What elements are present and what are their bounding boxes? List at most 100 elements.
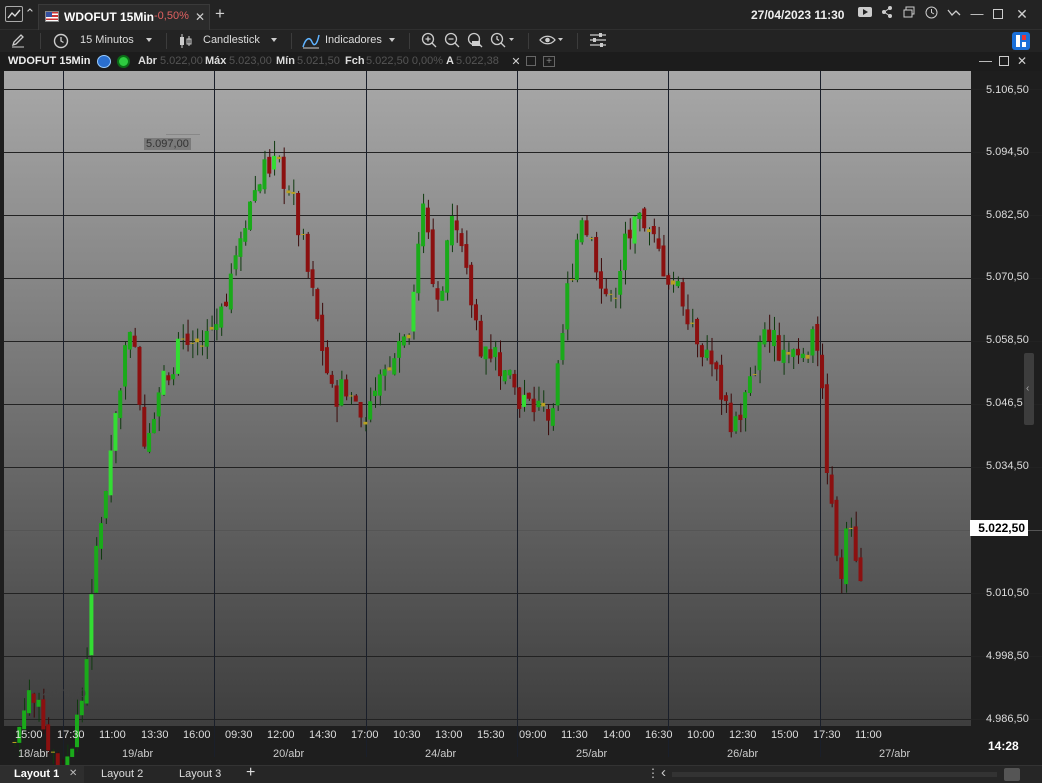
candle-body [94, 545, 99, 593]
candle-body [204, 330, 209, 347]
trend-icon[interactable] [946, 6, 962, 22]
candle-body [637, 212, 642, 220]
candle-body [228, 273, 233, 310]
chart-type-dropdown[interactable]: Candlestick [178, 31, 280, 51]
candle-body [430, 229, 435, 285]
candlestick-chart[interactable] [0, 71, 1042, 765]
candle-body [440, 290, 445, 301]
candle-body [704, 349, 709, 358]
layout-tab-3[interactable]: Layout 3 [179, 768, 221, 780]
candle-body [603, 288, 608, 295]
candle-body [315, 289, 320, 320]
scroll-left-icon[interactable]: ‹ [661, 764, 666, 781]
candle-body [469, 264, 474, 306]
candle-body [305, 233, 310, 272]
close-layout-icon[interactable]: ✕ [69, 768, 77, 779]
layout-tab-1[interactable]: Layout 1 ✕ [0, 766, 84, 783]
candle-body [743, 392, 748, 419]
candle-body [853, 526, 858, 561]
collapse-infobar-icon[interactable] [526, 56, 536, 66]
zoom-reset-icon[interactable] [466, 32, 484, 52]
chart-area[interactable]: 5.106,50 5.094,50 5.082,50 5.070,50 5.05… [0, 71, 1042, 765]
candle-body [454, 220, 459, 231]
layout-scrollbar[interactable] [672, 772, 997, 777]
close-infobar-icon[interactable]: ✕ [510, 54, 522, 70]
extra-label: A [446, 55, 454, 67]
side-panel-toggle-icon[interactable] [1010, 31, 1032, 51]
share-icon[interactable] [880, 6, 894, 22]
candle-body [598, 271, 603, 289]
candle-body [267, 156, 272, 174]
zoom-history-icon[interactable] [489, 32, 517, 52]
more-options-icon[interactable]: ⋮ [647, 766, 659, 780]
candle-body [685, 309, 690, 325]
extra-value: 5.022,38 [456, 55, 499, 67]
candle-body [421, 203, 426, 247]
side-panel-expand-handle[interactable]: ‹ [1024, 353, 1034, 425]
candle-body [329, 374, 334, 384]
time-tick: 10:00 [687, 729, 715, 741]
zoom-in-icon[interactable] [420, 32, 438, 52]
maximize-icon[interactable] [992, 7, 1004, 23]
layout-tab-2[interactable]: Layout 2 [101, 768, 143, 780]
candle-body [526, 392, 531, 399]
add-layout-icon[interactable]: + [246, 764, 255, 782]
candle-body [300, 234, 305, 236]
close-window-icon[interactable]: ✕ [1015, 6, 1029, 22]
clock-icon [53, 33, 69, 49]
layout-scroll-thumb[interactable] [1004, 768, 1020, 781]
panel-close-icon[interactable]: ✕ [1016, 53, 1028, 69]
candle-body [656, 238, 661, 249]
candle-body [358, 401, 363, 418]
minimize-icon[interactable]: — [970, 6, 984, 22]
candle-body [55, 753, 60, 765]
chart-toolbar: 15 Minutos Candlestick Indicadores [0, 30, 1042, 52]
visibility-icon[interactable] [539, 32, 565, 52]
settings-sliders-icon[interactable] [588, 32, 608, 52]
candle-body [464, 244, 469, 268]
chevron-up-icon[interactable]: ⌃ [24, 6, 36, 22]
candle-body [79, 700, 84, 716]
candle-body [752, 374, 757, 376]
expand-infobar-icon[interactable]: + [543, 56, 555, 67]
candle-body [108, 450, 113, 496]
candle-body [632, 216, 637, 244]
add-tab-icon[interactable]: + [213, 5, 227, 22]
date-tick: 20/abr [273, 748, 305, 760]
candle-body [651, 226, 656, 235]
date-tick: 19/abr [122, 748, 154, 760]
pencil-icon[interactable] [9, 32, 27, 52]
candle-body [507, 369, 512, 376]
candle-body [613, 297, 618, 299]
zoom-out-icon[interactable] [443, 32, 461, 52]
panel-maximize-icon[interactable] [999, 56, 1009, 66]
panel-minimize-icon[interactable]: — [979, 53, 992, 69]
candle-body [550, 408, 555, 426]
candle-body [199, 345, 204, 347]
candle-body [209, 326, 214, 330]
close-tab-icon[interactable]: ✕ [194, 9, 206, 25]
close-value: 5.022,50 0,00% [366, 55, 444, 67]
restore-windows-icon[interactable] [902, 6, 916, 22]
time-tick: 14:00 [603, 729, 631, 741]
timeframe-dropdown[interactable]: 15 Minutos [52, 31, 156, 51]
time-tick: 13:30 [141, 729, 169, 741]
candle-body [132, 335, 137, 347]
close-label: Fch [345, 55, 365, 67]
candle-body [276, 156, 281, 160]
candle-body [103, 490, 108, 519]
candle-body [776, 335, 781, 361]
clock-icon[interactable] [924, 6, 938, 23]
play-icon[interactable] [857, 6, 873, 22]
candle-body [848, 527, 853, 529]
candle-body [536, 400, 541, 408]
candle-body [171, 374, 176, 380]
indicators-dropdown[interactable]: Indicadores [302, 31, 398, 51]
tab-wdofut[interactable]: WDOFUT 15Min -0,50% ✕ [38, 4, 210, 30]
price-tick: 5.010,50 [986, 587, 1029, 599]
toolbar-separator [166, 33, 167, 49]
time-tick: 15:00 [771, 729, 799, 741]
candle-body [531, 398, 536, 413]
candle-body [392, 358, 397, 375]
toolbar-separator [40, 33, 41, 49]
